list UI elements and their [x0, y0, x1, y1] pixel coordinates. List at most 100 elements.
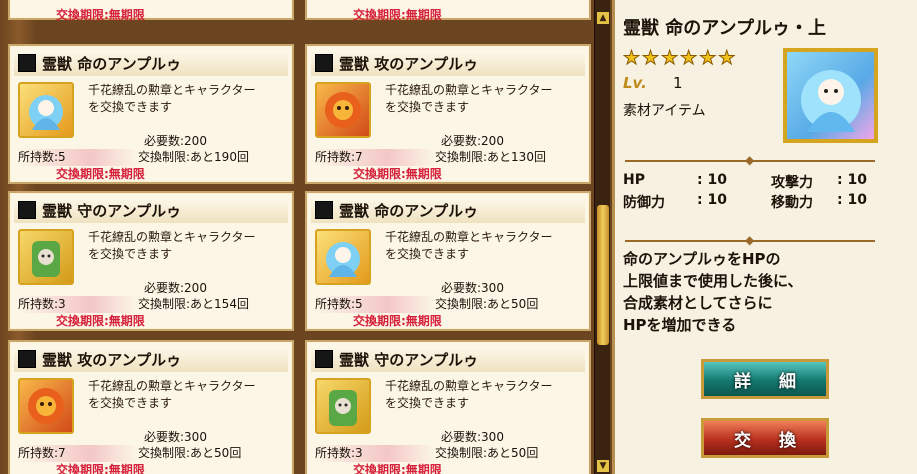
card-title: 霊獣 命のアンプルゥ: [311, 197, 585, 223]
desc-line: 千花繚乱の勲章とキャラクター: [385, 83, 553, 97]
required-count: 必要数:200: [144, 281, 207, 295]
owned-count: 所持数:3: [315, 445, 435, 462]
title-marker-icon: [315, 350, 333, 368]
exchange-limit: 交換制限:あと190回: [138, 150, 249, 164]
star-icon: ★: [642, 47, 660, 69]
desc-line: を交換できます: [385, 396, 470, 410]
star-icon: ★: [661, 47, 679, 69]
stat-hp-value: : 10: [697, 172, 727, 188]
scroll-up-icon[interactable]: ▲: [597, 12, 609, 24]
stat-atk-label: 攻撃力: [771, 175, 813, 191]
card-title-text: 霊獣 命のアンプルゥ: [42, 54, 182, 73]
card-description: 千花繚乱の勲章とキャラクター を交換できます: [88, 378, 288, 412]
exchange-card[interactable]: 霊獣 命のアンプルゥ 千花繚乱の勲章とキャラクター を交換できます 必要数:30…: [305, 191, 591, 331]
owned-count: 所持数:5: [18, 149, 138, 166]
list-scrollbar[interactable]: ▲ ▼: [594, 0, 610, 474]
stat-atk-value: : 10: [837, 172, 867, 188]
exchange-card-partial[interactable]: 交換期限:無期限: [8, 0, 294, 22]
exchange-card[interactable]: 霊獣 攻のアンプルゥ 千花繚乱の勲章とキャラクター を交換できます 必要数:20…: [305, 44, 591, 184]
stat-mov-label: 移動力: [771, 195, 813, 211]
ampule-attack-icon: [315, 82, 371, 138]
exchange-limit: 交換制限:あと154回: [138, 297, 249, 311]
title-marker-icon: [18, 350, 36, 368]
card-description: 千花繚乱の勲章とキャラクター を交換できます: [88, 82, 288, 116]
exchange-period: 交換期限:無期限: [353, 8, 442, 22]
exchange-period: 交換期限:無期限: [56, 314, 145, 328]
desc-line: を交換できます: [385, 247, 470, 261]
exchange-list-panel: 交換期限:無期限 交換期限:無期限 霊獣 命のアンプルゥ 千花繚乱の勲章とキャラ…: [0, 0, 612, 474]
desc-line: を交換できます: [88, 396, 173, 410]
card-title-text: 霊獣 命のアンプルゥ: [339, 201, 479, 220]
card-description: 千花繚乱の勲章とキャラクター を交換できます: [385, 229, 585, 263]
level-label: Lv.: [623, 74, 647, 92]
desc-line: を交換できます: [88, 247, 173, 261]
stat-hp-label: HP: [623, 172, 645, 188]
owned-count: 所持数:5: [315, 296, 435, 313]
star-icon: ★: [680, 47, 698, 69]
exchange-limit: 交換制限:あと50回: [435, 446, 539, 460]
desc-line: を交換できます: [88, 100, 173, 114]
ampule-hp-icon: [18, 82, 74, 138]
scroll-down-icon[interactable]: ▼: [597, 460, 609, 472]
exchange-period: 交換期限:無期限: [353, 463, 442, 474]
desc-line: を交換できます: [385, 100, 470, 114]
desc-line: 千花繚乱の勲章とキャラクター: [385, 230, 553, 244]
exchange-period: 交換期限:無期限: [56, 463, 145, 474]
card-description: 千花繚乱の勲章とキャラクター を交換できます: [88, 229, 288, 263]
exchange-card[interactable]: 霊獣 命のアンプルゥ 千花繚乱の勲章とキャラクター を交換できます 必要数:20…: [8, 44, 294, 184]
section-divider: [625, 153, 875, 170]
exchange-card[interactable]: 霊獣 攻のアンプルゥ 千花繚乱の勲章とキャラクター を交換できます 必要数:30…: [8, 340, 294, 474]
exchange-card[interactable]: 霊獣 守のアンプルゥ 千花繚乱の勲章とキャラクター を交換できます 必要数:30…: [305, 340, 591, 474]
ampule-attack-icon: [18, 378, 74, 434]
required-count: 必要数:300: [441, 281, 504, 295]
card-description: 千花繚乱の勲章とキャラクター を交換できます: [385, 378, 585, 412]
card-title: 霊獣 攻のアンプルゥ: [311, 50, 585, 76]
title-marker-icon: [18, 54, 36, 72]
exchange-period: 交換期限:無期限: [56, 167, 145, 181]
required-count: 必要数:300: [441, 430, 504, 444]
desc-line: 千花繚乱の勲章とキャラクター: [88, 379, 256, 393]
stat-mov-value: : 10: [837, 192, 867, 208]
star-icon: ★: [718, 47, 736, 69]
description-line: HPを増加できる: [623, 316, 737, 334]
desc-line: 千花繚乱の勲章とキャラクター: [88, 83, 256, 97]
rarity-stars: ★ ★ ★ ★ ★ ★: [622, 47, 736, 69]
owned-count: 所持数:3: [18, 296, 138, 313]
exchange-limit: 交換制限:あと130回: [435, 150, 546, 164]
exchange-period: 交換期限:無期限: [353, 314, 442, 328]
card-title-text: 霊獣 攻のアンプルゥ: [339, 54, 479, 73]
description-line: 合成素材としてさらに: [623, 294, 773, 312]
level-value: 1: [673, 74, 683, 92]
exchange-card-partial[interactable]: 交換期限:無期限: [305, 0, 591, 22]
exchange-limit: 交換制限:あと50回: [138, 446, 242, 460]
star-icon: ★: [622, 47, 641, 69]
exchange-limit: 交換制限:あと50回: [435, 297, 539, 311]
stat-def-label: 防御力: [623, 195, 665, 211]
card-description: 千花繚乱の勲章とキャラクター を交換できます: [385, 82, 585, 116]
required-count: 必要数:200: [144, 134, 207, 148]
card-title: 霊獣 命のアンプルゥ: [14, 50, 288, 76]
stat-def-value: : 10: [697, 192, 727, 208]
required-count: 必要数:200: [441, 134, 504, 148]
required-count: 必要数:300: [144, 430, 207, 444]
ampule-hp-icon: [315, 229, 371, 285]
card-title-text: 霊獣 守のアンプルゥ: [339, 350, 479, 369]
owned-count: 所持数:7: [315, 149, 435, 166]
item-detail-panel: 霊獣 命のアンプルゥ・上 ★ ★ ★ ★ ★ ★ Lv. 1 素材アイテム HP…: [612, 0, 917, 474]
owned-count: 所持数:7: [18, 445, 138, 462]
detail-title: 霊獣 命のアンプルゥ・上: [623, 18, 827, 39]
exchange-card[interactable]: 霊獣 守のアンプルゥ 千花繚乱の勲章とキャラクター を交換できます 必要数:20…: [8, 191, 294, 331]
title-marker-icon: [18, 201, 36, 219]
item-portrait-icon: [783, 48, 878, 143]
card-title: 霊獣 守のアンプルゥ: [14, 197, 288, 223]
detail-button[interactable]: 詳細: [701, 359, 829, 399]
exchange-period: 交換期限:無期限: [56, 8, 145, 22]
exchange-button[interactable]: 交換: [701, 418, 829, 458]
item-description: 命のアンプルゥをHPの 上限値まで使用した後に、 合成素材としてさらに HPを増…: [623, 248, 863, 336]
desc-line: 千花繚乱の勲章とキャラクター: [88, 230, 256, 244]
scroll-thumb[interactable]: [597, 205, 609, 345]
card-title: 霊獣 攻のアンプルゥ: [14, 346, 288, 372]
title-marker-icon: [315, 54, 333, 72]
star-icon: ★: [699, 47, 717, 69]
card-title: 霊獣 守のアンプルゥ: [311, 346, 585, 372]
